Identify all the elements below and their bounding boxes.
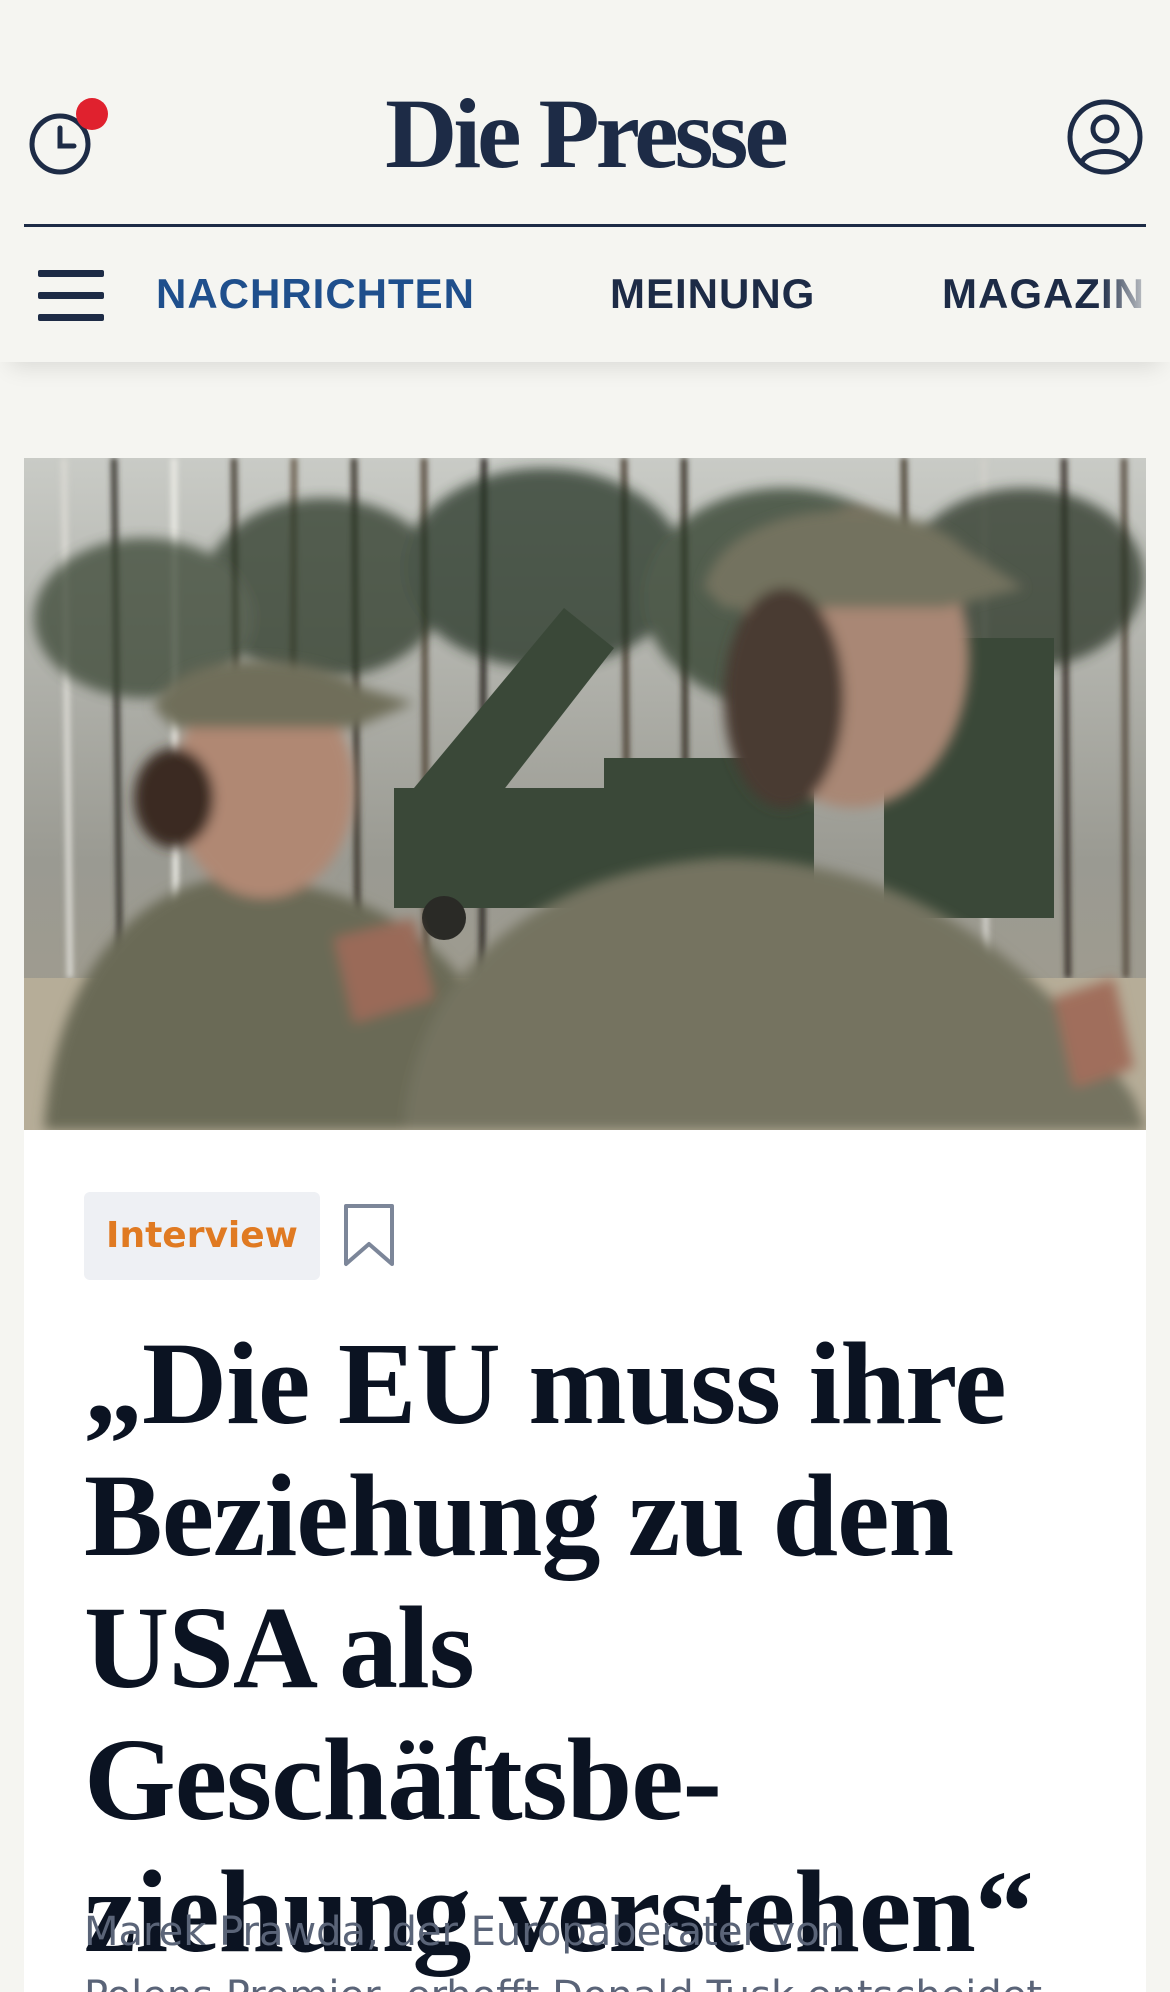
- top-bar: Die Presse: [0, 0, 1170, 227]
- main-navigation: NACHRICHTEN MEINUNG MAGAZIN: [0, 228, 1170, 362]
- lead-line: Polens Premier, erhofft Donald Tusk ents…: [84, 1964, 1104, 1992]
- article-hero-image[interactable]: [24, 458, 1146, 1130]
- bookmark-icon: [344, 1204, 394, 1266]
- nav-scroll-fade: [1100, 228, 1170, 362]
- article-card[interactable]: Interview „Die EU muss ihre Beziehung zu…: [24, 458, 1146, 1992]
- headline-line: USA als Geschäftsbe-: [84, 1582, 722, 1845]
- nav-item-nachrichten[interactable]: NACHRICHTEN: [156, 270, 475, 318]
- bookmark-button[interactable]: [342, 1202, 396, 1268]
- site-header: Die Presse NACHRICHTEN MEINUNG MAGAZIN: [0, 0, 1170, 362]
- category-tag[interactable]: Interview: [84, 1192, 320, 1280]
- hamburger-menu-icon[interactable]: [38, 268, 106, 324]
- user-account-icon: [1067, 99, 1143, 175]
- headline-line: Beziehung zu den: [84, 1450, 954, 1581]
- site-logo[interactable]: Die Presse: [0, 84, 1170, 184]
- soldiers-photo: [24, 458, 1146, 1130]
- article-lead: Marek Prawda, der Europaberater von Pole…: [84, 1900, 1104, 1992]
- lead-line: Marek Prawda, der Europaberater von: [84, 1909, 846, 1955]
- account-button[interactable]: [1066, 98, 1144, 176]
- header-divider: [24, 224, 1146, 227]
- article-headline[interactable]: „Die EU muss ihre Beziehung zu den USA a…: [84, 1318, 1104, 1978]
- nav-item-meinung[interactable]: MEINUNG: [610, 270, 815, 318]
- headline-line: „Die EU muss ihre: [84, 1318, 1007, 1449]
